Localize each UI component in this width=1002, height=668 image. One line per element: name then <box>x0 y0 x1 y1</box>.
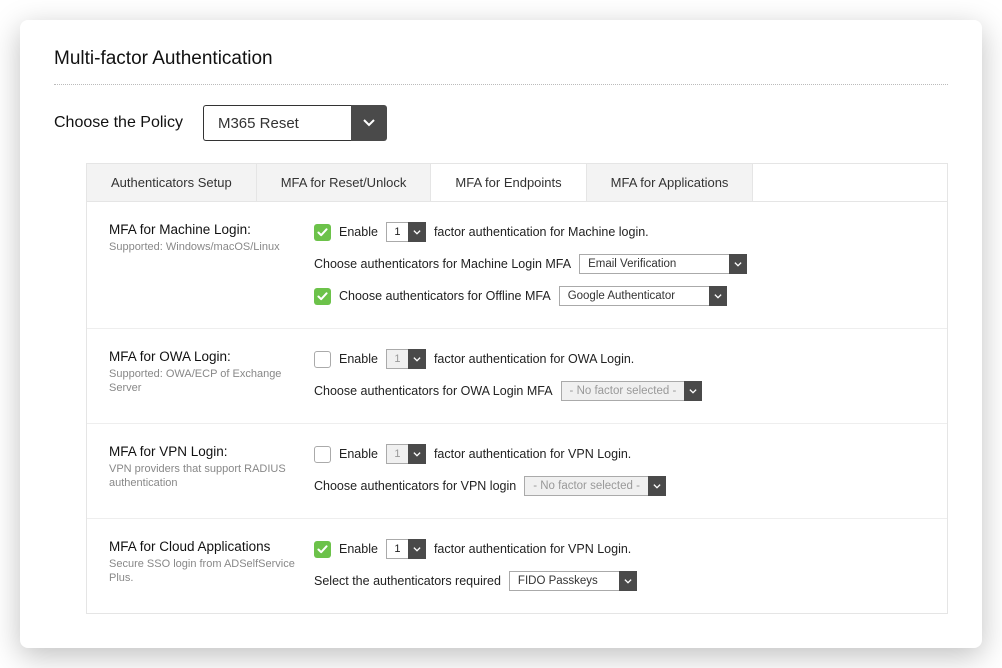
section-controls: Enable 1 factor authentication for VPN L… <box>314 539 925 591</box>
dropdown-button[interactable] <box>684 381 702 401</box>
tab-mfa-applications[interactable]: MFA for Applications <box>587 164 754 201</box>
factor-count-select[interactable]: 1 <box>386 222 426 242</box>
section-machine-login: MFA for Machine Login: Supported: Window… <box>87 202 947 329</box>
section-header: MFA for OWA Login: Supported: OWA/ECP of… <box>109 349 314 401</box>
vpn-authenticator-row: Choose authenticators for VPN login - No… <box>314 476 925 496</box>
offline-authenticator-row: Choose authenticators for Offline MFA Go… <box>314 286 925 306</box>
section-title: MFA for VPN Login: <box>109 444 314 459</box>
factor-count-select[interactable]: 1 <box>386 444 426 464</box>
tabs: Authenticators Setup MFA for Reset/Unloc… <box>87 164 947 202</box>
section-desc: Secure SSO login from ADSelfService Plus… <box>109 557 314 586</box>
owa-authenticator-select[interactable]: - No factor selected - <box>561 381 703 401</box>
section-cloud-applications: MFA for Cloud Applications Secure SSO lo… <box>87 519 947 613</box>
row-label: Choose authenticators for Offline MFA <box>339 289 551 303</box>
vpn-authenticator-select[interactable]: - No factor selected - <box>524 476 666 496</box>
section-header: MFA for VPN Login: VPN providers that su… <box>109 444 314 496</box>
factor-count-select[interactable]: 1 <box>386 349 426 369</box>
factor-text: factor authentication for Machine login. <box>434 225 649 239</box>
enable-checkbox[interactable] <box>314 541 331 558</box>
factor-count-dropdown[interactable] <box>408 222 426 242</box>
factor-count-dropdown[interactable] <box>408 444 426 464</box>
factor-count: 1 <box>386 349 408 369</box>
factor-count-dropdown[interactable] <box>408 349 426 369</box>
dropdown-value: Email Verification <box>579 254 729 274</box>
offline-authenticator-select[interactable]: Google Authenticator <box>559 286 727 306</box>
dropdown-value: - No factor selected - <box>561 381 685 401</box>
tab-mfa-endpoints[interactable]: MFA for Endpoints <box>431 164 586 201</box>
section-controls: Enable 1 factor authentication for Machi… <box>314 222 925 306</box>
policy-row: Choose the Policy M365 Reset <box>54 105 948 141</box>
dropdown-value: - No factor selected - <box>524 476 648 496</box>
enable-label: Enable <box>339 542 378 556</box>
page-title: Multi-factor Authentication <box>54 48 948 84</box>
section-header: MFA for Machine Login: Supported: Window… <box>109 222 314 306</box>
section-desc: VPN providers that support RADIUS authen… <box>109 462 314 491</box>
factor-count-dropdown[interactable] <box>408 539 426 559</box>
section-title: MFA for OWA Login: <box>109 349 314 364</box>
mfa-panel: Multi-factor Authentication Choose the P… <box>20 20 982 648</box>
dropdown-value: FIDO Passkeys <box>509 571 619 591</box>
enable-label: Enable <box>339 447 378 461</box>
cloud-authenticator-row: Select the authenticators required FIDO … <box>314 571 925 591</box>
factor-text: factor authentication for OWA Login. <box>434 352 634 366</box>
factor-text: factor authentication for VPN Login. <box>434 542 631 556</box>
row-label: Choose authenticators for VPN login <box>314 479 516 493</box>
row-label: Choose authenticators for OWA Login MFA <box>314 384 553 398</box>
owa-authenticator-row: Choose authenticators for OWA Login MFA … <box>314 381 925 401</box>
section-title: MFA for Cloud Applications <box>109 539 314 554</box>
enable-row: Enable 1 factor authentication for OWA L… <box>314 349 925 369</box>
section-owa-login: MFA for OWA Login: Supported: OWA/ECP of… <box>87 329 947 424</box>
enable-row: Enable 1 factor authentication for Machi… <box>314 222 925 242</box>
enable-row: Enable 1 factor authentication for VPN L… <box>314 444 925 464</box>
row-label: Select the authenticators required <box>314 574 501 588</box>
cloud-authenticator-select[interactable]: FIDO Passkeys <box>509 571 637 591</box>
factor-count: 1 <box>386 222 408 242</box>
policy-label: Choose the Policy <box>54 114 183 132</box>
policy-select[interactable]: M365 Reset <box>203 105 387 141</box>
section-controls: Enable 1 factor authentication for VPN L… <box>314 444 925 496</box>
chevron-down-icon <box>363 119 375 127</box>
machine-authenticator-row: Choose authenticators for Machine Login … <box>314 254 925 274</box>
enable-label: Enable <box>339 352 378 366</box>
tab-mfa-reset-unlock[interactable]: MFA for Reset/Unlock <box>257 164 432 201</box>
section-desc: Supported: Windows/macOS/Linux <box>109 240 314 254</box>
enable-label: Enable <box>339 225 378 239</box>
factor-text: factor authentication for VPN Login. <box>434 447 631 461</box>
offline-checkbox[interactable] <box>314 288 331 305</box>
divider <box>54 84 948 85</box>
content-box: Authenticators Setup MFA for Reset/Unloc… <box>86 163 948 614</box>
policy-value[interactable]: M365 Reset <box>203 105 351 141</box>
tab-authenticators-setup[interactable]: Authenticators Setup <box>87 164 257 201</box>
machine-authenticator-select[interactable]: Email Verification <box>579 254 747 274</box>
enable-checkbox[interactable] <box>314 224 331 241</box>
factor-count-select[interactable]: 1 <box>386 539 426 559</box>
section-desc: Supported: OWA/ECP of Exchange Server <box>109 367 314 396</box>
dropdown-button[interactable] <box>648 476 666 496</box>
section-title: MFA for Machine Login: <box>109 222 314 237</box>
dropdown-button[interactable] <box>729 254 747 274</box>
section-controls: Enable 1 factor authentication for OWA L… <box>314 349 925 401</box>
dropdown-button[interactable] <box>709 286 727 306</box>
enable-row: Enable 1 factor authentication for VPN L… <box>314 539 925 559</box>
factor-count: 1 <box>386 539 408 559</box>
section-vpn-login: MFA for VPN Login: VPN providers that su… <box>87 424 947 519</box>
enable-checkbox[interactable] <box>314 446 331 463</box>
factor-count: 1 <box>386 444 408 464</box>
row-label: Choose authenticators for Machine Login … <box>314 257 571 271</box>
policy-dropdown-button[interactable] <box>351 105 387 141</box>
dropdown-value: Google Authenticator <box>559 286 709 306</box>
dropdown-button[interactable] <box>619 571 637 591</box>
enable-checkbox[interactable] <box>314 351 331 368</box>
section-header: MFA for Cloud Applications Secure SSO lo… <box>109 539 314 591</box>
